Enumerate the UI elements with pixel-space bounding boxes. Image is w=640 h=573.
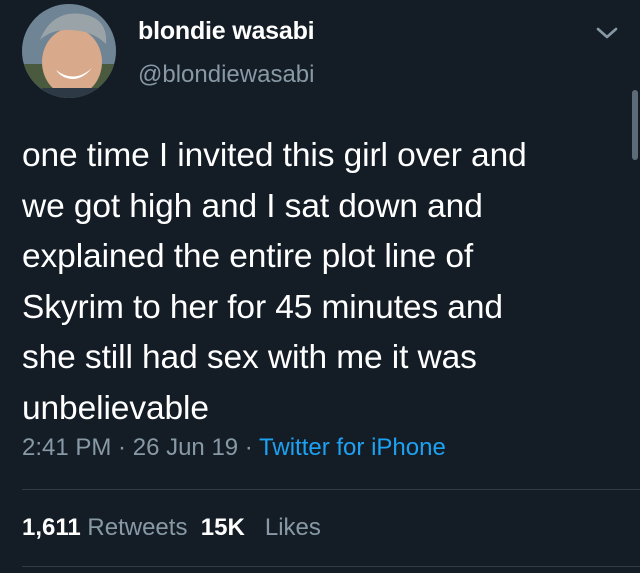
avatar[interactable] <box>22 4 116 98</box>
tweet-text-line: unbelievable <box>22 389 209 427</box>
tweet-text-line: one time I invited this girl over and <box>22 137 527 174</box>
tweet-card: blondie wasabi @blondiewasabi one time I… <box>0 0 640 573</box>
likes-label: Likes <box>264 514 321 541</box>
retweets-label: Retweets <box>87 514 188 541</box>
chevron-down-icon[interactable] <box>594 24 620 42</box>
tweet-text-line: she still had sex with me it was <box>22 339 477 376</box>
likes-stat[interactable]: 15K Likes <box>201 514 321 541</box>
tweet-meta: 2:41 PM · 26 Jun 19 · Twitter for iPhone <box>22 434 446 462</box>
profile-photo-icon <box>22 4 116 98</box>
retweets-stat[interactable]: 1,611 Retweets <box>22 514 187 541</box>
tweet-time: 2:41 PM <box>22 434 112 461</box>
likes-count: 15K <box>200 514 245 541</box>
tweet-text: one time I invited this girl over and we… <box>22 131 628 434</box>
divider <box>22 566 640 567</box>
tweet-text-line: Skyrim to her for 45 minutes and <box>22 288 503 326</box>
tweet-stats: 1,611 Retweets 15K Likes <box>22 514 321 542</box>
user-handle[interactable]: @blondiewasabi <box>138 61 314 89</box>
tweet-source-link[interactable]: Twitter for iPhone <box>259 434 446 461</box>
divider <box>22 489 640 490</box>
scrollbar[interactable] <box>632 90 638 160</box>
retweets-count: 1,611 <box>22 514 81 541</box>
display-name[interactable]: blondie wasabi <box>138 17 315 46</box>
meta-separator: · <box>111 434 133 461</box>
meta-separator: · <box>238 434 260 461</box>
tweet-date[interactable]: 26 Jun 19 <box>133 434 238 461</box>
tweet-text-line: explained the entire plot line of <box>22 238 474 275</box>
tweet-text-line: we got high and I sat down and <box>22 187 483 225</box>
